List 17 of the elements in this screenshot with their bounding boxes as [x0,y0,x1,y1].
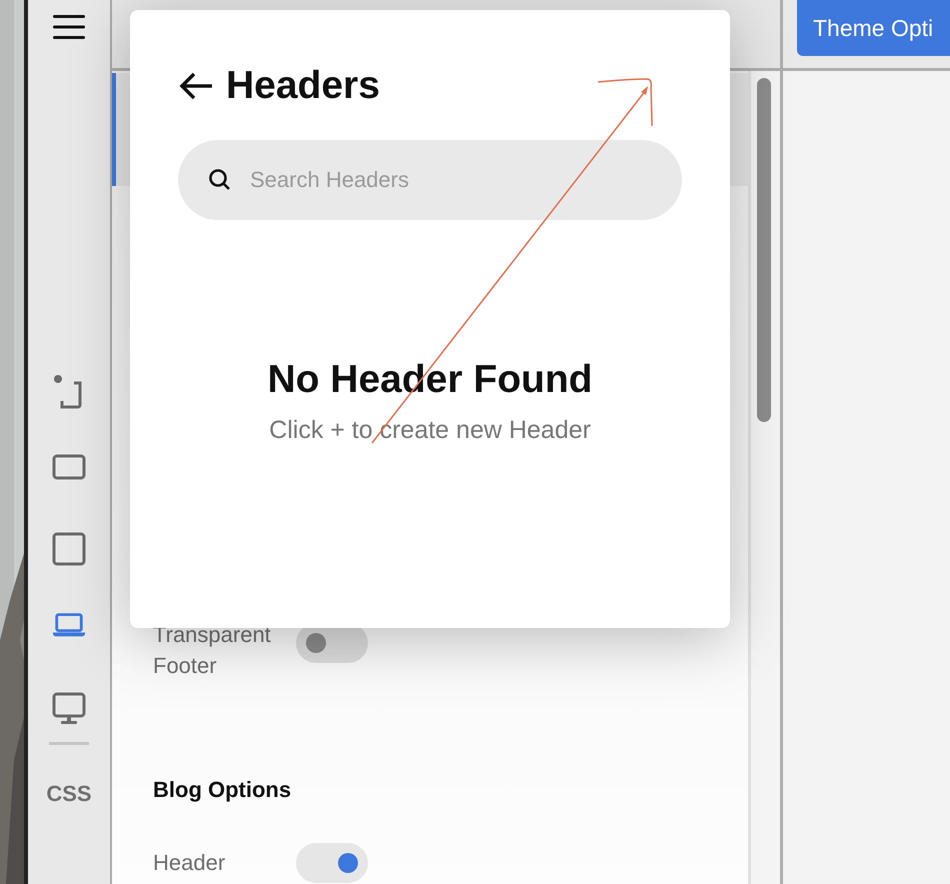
search-field[interactable]: Search Headers [178,140,682,220]
rectangle-icon[interactable] [52,454,86,480]
monitor-icon[interactable] [52,692,86,726]
css-tab[interactable]: CSS [46,781,92,807]
scrollbar-thumb[interactable] [757,78,771,422]
menu-icon[interactable] [53,14,85,40]
search-icon [208,168,232,192]
empty-state-hint: Click + to create new Header [269,416,591,445]
dialog-title: Headers [226,64,380,108]
setting-label: Header [153,849,226,877]
toggle-switch[interactable] [296,843,368,883]
setting-label: Transparent Footer [153,621,272,680]
back-arrow-icon[interactable] [178,71,214,101]
section-heading: Blog Options [153,777,292,803]
theme-options-button[interactable]: Theme Opti [797,0,950,56]
square-icon[interactable] [52,532,86,566]
laptop-icon[interactable] [52,612,86,638]
